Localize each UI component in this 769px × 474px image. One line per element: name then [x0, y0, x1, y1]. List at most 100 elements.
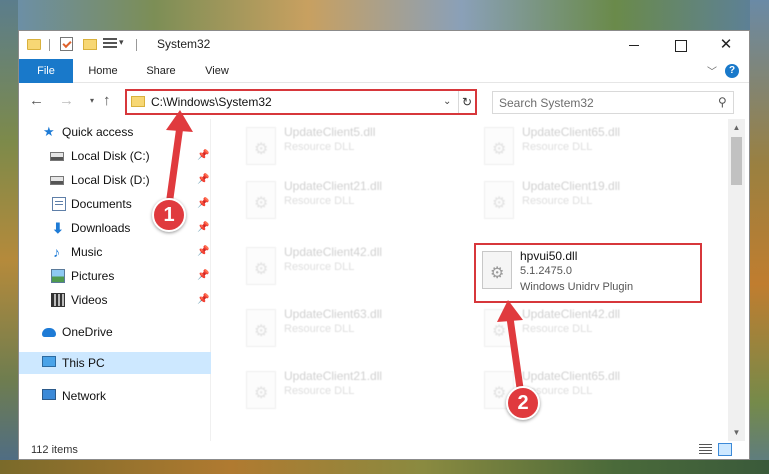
customize-quick-access-chevron-icon[interactable]: ▾	[119, 37, 124, 55]
disk-icon	[50, 152, 64, 161]
address-path[interactable]: C:\Windows\System32	[151, 95, 272, 109]
step-badge-2: 2	[506, 386, 540, 420]
pin-icon[interactable]: 📌	[197, 174, 209, 185]
pin-icon[interactable]: 📌	[197, 222, 209, 233]
sidebar-item-label: Videos	[71, 293, 108, 307]
large-icons-view-icon[interactable]	[718, 443, 732, 456]
search-icon: ⚲	[718, 95, 727, 109]
sidebar-item-label: Music	[71, 245, 103, 259]
title-bar: ▾ System32 ✕	[19, 31, 749, 59]
address-history-chevron-icon[interactable]: ⌄	[443, 96, 451, 107]
videos-icon	[51, 293, 65, 307]
sidebar-item-local-disk-c[interactable]: Local Disk (C:) 📌	[19, 145, 211, 167]
sidebar-item-onedrive[interactable]: OneDrive	[19, 321, 211, 343]
address-bar[interactable]: C:\Windows\System32 ⌄ ↻	[125, 89, 477, 115]
details-view-icon[interactable]	[699, 444, 712, 455]
file-name: UpdateClient42.dll	[284, 245, 383, 259]
search-input[interactable]: Search System32 ⚲	[492, 91, 734, 114]
minimize-button[interactable]	[611, 31, 657, 59]
sidebar-item-quick-access[interactable]: ★ Quick access	[19, 121, 211, 143]
new-folder-icon[interactable]	[83, 39, 97, 50]
scroll-down-icon[interactable]: ▼	[728, 424, 745, 441]
file-item[interactable]: UpdateClient19.dll Resource DLL	[478, 175, 716, 229]
scrollbar-thumb[interactable]	[731, 137, 742, 185]
dll-file-icon	[246, 371, 276, 409]
file-type: Resource DLL	[522, 141, 593, 153]
pin-icon[interactable]: 📌	[197, 270, 209, 281]
view-options-icon[interactable]	[103, 38, 117, 50]
onedrive-icon	[42, 328, 56, 337]
sidebar-item-this-pc[interactable]: This PC	[19, 352, 211, 374]
sidebar-item-label: OneDrive	[62, 325, 113, 339]
sidebar-item-local-disk-d[interactable]: Local Disk (D:) 📌	[19, 169, 211, 191]
pin-icon[interactable]: 📌	[197, 294, 209, 305]
file-item[interactable]: UpdateClient21.dll Resource DLL	[240, 175, 478, 229]
up-arrow-icon[interactable]: ↑	[103, 92, 111, 109]
file-item[interactable]: UpdateClient5.dll Resource DLL	[240, 121, 478, 175]
back-arrow-icon[interactable]: ←	[29, 92, 44, 109]
expand-ribbon-chevron-icon[interactable]: ﹀	[707, 63, 717, 78]
file-item-hpvui50[interactable]: hpvui50.dll 5.1.2475.0 Windows Unidrv Pl…	[474, 243, 702, 303]
desktop-wallpaper-left	[0, 0, 18, 474]
folder-icon	[27, 39, 41, 50]
refresh-icon[interactable]: ↻	[458, 91, 475, 113]
dll-file-icon	[246, 181, 276, 219]
tab-share[interactable]: Share	[135, 59, 187, 83]
pin-icon[interactable]: 📌	[197, 246, 209, 257]
file-name: UpdateClient65.dll	[522, 125, 621, 139]
ribbon-tabs: File Home Share View ﹀ ?	[19, 59, 749, 83]
file-name: UpdateClient21.dll	[284, 369, 383, 383]
navigation-bar: ← → ▾ ↑ C:\Windows\System32 ⌄ ↻ Search S…	[19, 83, 749, 119]
file-item[interactable]: UpdateClient65.dll Resource DLL	[478, 121, 716, 175]
file-item[interactable]: UpdateClient21.dll Resource DLL	[240, 365, 478, 419]
file-type: Resource DLL	[522, 195, 593, 207]
sidebar-item-label: Local Disk (D:)	[71, 173, 150, 187]
tab-file[interactable]: File	[19, 59, 73, 83]
sidebar-item-videos[interactable]: Videos 📌	[19, 289, 211, 311]
maximize-button[interactable]	[657, 31, 703, 59]
pictures-icon	[51, 269, 65, 283]
file-type: Resource DLL	[284, 261, 355, 273]
file-item[interactable]: UpdateClient63.dll Resource DLL	[240, 303, 478, 357]
pin-icon[interactable]: 📌	[197, 198, 209, 209]
star-icon: ★	[43, 124, 55, 139]
file-type: Resource DLL	[284, 141, 355, 153]
properties-icon[interactable]	[60, 37, 73, 51]
file-explorer-window: ▾ System32 ✕ File Home Share View ﹀ ? ← …	[18, 30, 750, 460]
scroll-up-icon[interactable]: ▲	[728, 119, 745, 136]
help-icon[interactable]: ?	[725, 64, 739, 78]
disk-icon	[50, 176, 64, 185]
dll-file-icon	[484, 127, 514, 165]
vertical-scrollbar[interactable]: ▲ ▼	[728, 119, 745, 441]
dll-file-icon	[246, 247, 276, 285]
close-button[interactable]: ✕	[703, 31, 749, 59]
item-count: 112 items	[31, 444, 78, 456]
sidebar-item-pictures[interactable]: Pictures 📌	[19, 265, 211, 287]
file-name: UpdateClient21.dll	[284, 179, 383, 193]
folder-icon	[131, 96, 145, 107]
file-type: Windows Unidrv Plugin	[520, 281, 634, 293]
dll-file-icon	[482, 251, 512, 289]
file-item[interactable]: UpdateClient42.dll Resource DLL	[240, 241, 478, 295]
status-bar: 112 items	[19, 441, 749, 459]
forward-arrow-icon[interactable]: →	[59, 92, 74, 109]
search-placeholder: Search System32	[499, 96, 594, 110]
tab-home[interactable]: Home	[77, 59, 129, 83]
file-item[interactable]: UpdateClient42.dll Resource DLL	[478, 303, 716, 357]
sidebar-item-label: Downloads	[71, 221, 131, 235]
sidebar-item-music[interactable]: ♪ Music 📌	[19, 241, 211, 263]
desktop-wallpaper-right	[750, 0, 769, 474]
file-name: UpdateClient65.dll	[522, 369, 621, 383]
file-type: Resource DLL	[284, 385, 355, 397]
pin-icon[interactable]: 📌	[197, 150, 209, 161]
file-name: UpdateClient42.dll	[522, 307, 621, 321]
dll-file-icon	[484, 309, 514, 347]
documents-icon	[52, 197, 66, 211]
tab-view[interactable]: View	[191, 59, 243, 83]
toolbar-separator	[49, 39, 50, 51]
recent-locations-chevron-icon[interactable]: ▾	[90, 96, 94, 105]
sidebar-item-network[interactable]: Network	[19, 385, 211, 407]
navigation-pane: ★ Quick access Local Disk (C:) 📌 Local D…	[19, 119, 211, 441]
sidebar-item-label: Quick access	[62, 125, 134, 139]
sidebar-item-label: Network	[62, 389, 107, 403]
